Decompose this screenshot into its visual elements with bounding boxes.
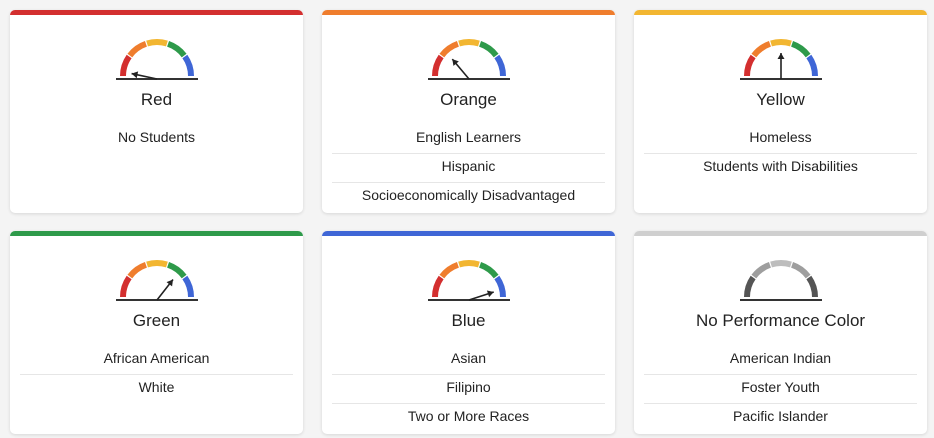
gauge-blue-seg [181, 275, 194, 298]
gauge-icon [427, 39, 510, 80]
student-group: English Learners [332, 125, 605, 154]
card-green: Green African American White [10, 231, 303, 434]
student-group: Two or More Races [407, 408, 530, 424]
gauge-icon [115, 260, 198, 301]
card-green-topbar [10, 231, 303, 236]
student-group-list: African American White [20, 346, 293, 403]
card-title: Orange [440, 90, 497, 109]
gauge-red-seg [119, 275, 132, 298]
gauge-green-seg [478, 262, 499, 279]
student-group: White [138, 379, 175, 395]
gauge-yellow-seg [145, 260, 168, 268]
student-group-list: Homeless Students with Disabilities [644, 125, 917, 182]
student-group-list: American Indian Foster Youth Pacific Isl… [644, 346, 917, 432]
student-group-list: English Learners Hispanic Socioeconomica… [332, 125, 605, 211]
student-group: Foster Youth [644, 375, 917, 404]
student-group-list: No Students [20, 125, 293, 153]
gauge-red-seg [119, 54, 132, 77]
student-group: Asian [332, 346, 605, 375]
student-group: Hispanic [332, 154, 605, 183]
gauge-blue-seg [805, 54, 818, 77]
card-blue: Blue Asian Filipino Two or More Races [322, 231, 615, 434]
student-group: Socioeconomically Disadvantaged [361, 187, 576, 203]
card-no-color-topbar [634, 231, 927, 236]
performance-grid: Red No Students Orange English Learners … [0, 0, 934, 438]
gauge-green-seg [478, 41, 499, 58]
gauge-green-seg [166, 262, 187, 279]
card-orange: Orange English Learners Hispanic Socioec… [322, 10, 615, 213]
gauge-green-seg [790, 41, 811, 58]
card-no-color: No Performance Color American Indian Fos… [634, 231, 927, 434]
gauge-needle-head [131, 71, 138, 79]
student-group: Homeless [644, 125, 917, 154]
gauge-red-seg [431, 275, 444, 298]
gauge-icon [427, 260, 510, 301]
gauge-orange-seg [750, 41, 771, 58]
student-group: African American [20, 346, 293, 375]
student-group: Pacific Islander [733, 408, 828, 424]
gauge-gray-seg-3 [769, 260, 792, 268]
gauge-yellow-seg [457, 39, 480, 47]
card-red: Red No Students [10, 10, 303, 213]
student-group: Students with Disabilities [703, 158, 858, 174]
gauge-orange-seg [438, 41, 459, 58]
gauge-needle-head [777, 53, 784, 59]
card-title: Blue [451, 311, 486, 330]
card-title: Yellow [756, 90, 805, 109]
card-orange-topbar [322, 10, 615, 15]
gauge-icon [739, 260, 822, 301]
gauge-yellow-seg [457, 260, 480, 268]
student-group: No Students [117, 129, 196, 145]
gauge-blue-seg [181, 54, 194, 77]
card-blue-topbar [322, 231, 615, 236]
card-yellow: Yellow Homeless Students with Disabiliti… [634, 10, 927, 213]
student-group: Filipino [332, 375, 605, 404]
gauge-red-seg [743, 54, 756, 77]
card-yellow-topbar [634, 10, 927, 15]
gauge-icon [115, 39, 198, 80]
gauge-yellow-seg [769, 39, 792, 47]
gauge-gray-seg-4 [790, 262, 811, 279]
gauge-icon [739, 39, 822, 80]
gauge-red-seg [431, 54, 444, 77]
gauge-orange-seg [126, 41, 147, 58]
gauge-gray-seg-5 [805, 275, 818, 298]
gauge-blue-seg [493, 275, 506, 298]
gauge-yellow-seg [145, 39, 168, 47]
card-title: No Performance Color [695, 311, 866, 330]
gauge-orange-seg [438, 262, 459, 279]
gauge-gray-seg-2 [750, 262, 771, 279]
gauge-blue-seg [493, 54, 506, 77]
student-group: American Indian [644, 346, 917, 375]
gauge-orange-seg [126, 262, 147, 279]
card-red-topbar [10, 10, 303, 15]
card-title: Red [140, 90, 173, 109]
gauge-gray-seg-1 [743, 275, 756, 298]
gauge-green-seg [166, 41, 187, 58]
student-group-list: Asian Filipino Two or More Races [332, 346, 605, 432]
card-title: Green [132, 311, 181, 330]
